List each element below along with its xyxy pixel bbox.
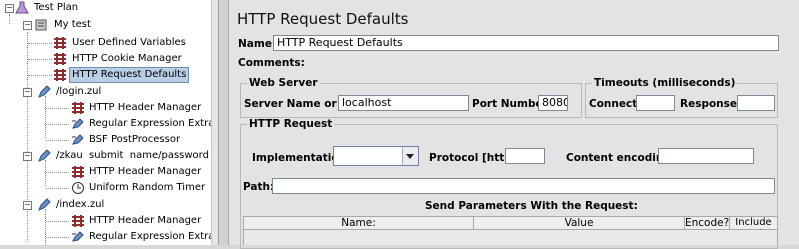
tree-connector	[46, 124, 69, 125]
web-server-group: Web Server Server Name or IP: localhost …	[240, 77, 582, 118]
tree-node-bsf-postprocessor[interactable]: BSF PostProcessor	[0, 132, 212, 148]
post-processor-icon	[72, 118, 84, 129]
timer-icon	[72, 182, 84, 194]
tree-scrollbar[interactable]	[211, 0, 218, 245]
tree-node-label: HTTP Cookie Manager	[72, 53, 182, 64]
parameters-table-body[interactable]	[243, 230, 778, 245]
tree-node-label: HTTP Header Manager	[89, 102, 202, 113]
sampler-pencil-icon	[38, 149, 51, 162]
timeouts-group: Timeouts (milliseconds) Connect: Respons…	[585, 77, 778, 118]
tree-node-regular-expression-extractor[interactable]: Regular Expression Extractor	[0, 116, 218, 132]
tree-connector	[28, 75, 52, 76]
tree-connector	[46, 237, 69, 238]
path-field[interactable]	[272, 178, 775, 194]
sampler-pencil-icon	[38, 85, 51, 98]
collapse-toggle-icon[interactable]: −	[23, 152, 32, 161]
parameters-table-header: Name: Value Encode? Include Equals?	[243, 216, 778, 240]
collapse-toggle-icon[interactable]: −	[23, 21, 32, 30]
response-label: Response:	[680, 98, 742, 110]
tree-node-label: Regular Expression Extractor	[89, 118, 218, 129]
split-pane-divider[interactable]	[219, 0, 229, 245]
tree-node-label: Test Plan	[34, 2, 79, 13]
tree-node-regular-expression-extractor[interactable]: Regular Expression Extractor	[0, 229, 218, 245]
tree-node-login-zul[interactable]: − /login.zul	[0, 84, 212, 100]
tree-node-http-request-defaults[interactable]: HTTP Request Defaults	[0, 67, 212, 83]
name-field[interactable]: HTTP Request Defaults	[273, 35, 779, 51]
comments-label: Comments:	[238, 57, 305, 69]
connect-timeout-field[interactable]	[636, 95, 675, 111]
tree-connector	[46, 221, 69, 222]
tree-connector	[46, 172, 69, 173]
tree-node-http-header-manager[interactable]: HTTP Header Manager	[0, 164, 212, 180]
config-element-icon	[54, 53, 66, 65]
tree-connector	[28, 43, 52, 44]
tree-node-index-zul[interactable]: − /index.zul	[0, 197, 212, 213]
send-parameters-heading: Send Parameters With the Request:	[425, 200, 638, 212]
tree-connector	[46, 108, 69, 109]
chevron-down-icon[interactable]	[402, 147, 418, 165]
tree-node-my-test[interactable]: − My test	[0, 17, 212, 33]
collapse-toggle-icon[interactable]: −	[5, 4, 14, 13]
tree-node-http-header-manager[interactable]: HTTP Header Manager	[0, 100, 212, 116]
tree-node-test-plan[interactable]: − Test Plan	[0, 0, 212, 16]
tree-node-label: HTTP Header Manager	[89, 215, 202, 226]
tree-node-label: /zkau submit name/password	[56, 150, 209, 161]
tree-node-label: /login.zul	[56, 86, 102, 97]
path-label: Path:	[243, 181, 275, 193]
timeouts-legend: Timeouts (milliseconds)	[592, 77, 738, 89]
tree-node-zkau-submit[interactable]: − /zkau submit name/password	[0, 148, 212, 164]
column-header-name[interactable]: Name:	[244, 217, 474, 229]
column-header-include-equals[interactable]: Include Equals?	[730, 217, 777, 240]
page-title: HTTP Request Defaults	[237, 10, 409, 28]
protocol-field[interactable]	[505, 148, 545, 164]
config-element-icon	[72, 166, 84, 178]
thread-group-icon	[35, 19, 47, 31]
tree-node-label: HTTP Request Defaults	[69, 67, 190, 83]
connect-label: Connect:	[589, 98, 642, 110]
name-label: Name:	[238, 38, 277, 50]
config-element-icon	[72, 102, 84, 114]
tree-connector	[28, 59, 52, 60]
response-timeout-field[interactable]	[737, 95, 775, 111]
flask-icon	[15, 1, 29, 14]
column-header-value[interactable]: Value	[474, 217, 685, 229]
config-panel: HTTP Request Defaults Name: HTTP Request…	[229, 0, 799, 249]
column-header-encode[interactable]: Encode?	[685, 217, 730, 229]
http-request-legend: HTTP Request	[247, 118, 335, 130]
sampler-pencil-icon	[38, 198, 51, 211]
tree-node-label: HTTP Header Manager	[89, 166, 202, 177]
tree-node-label: BSF PostProcessor	[89, 134, 181, 145]
tree-node-uniform-random-timer[interactable]: Uniform Random Timer	[0, 180, 212, 196]
port-number-field[interactable]: 8080	[538, 95, 568, 111]
config-element-icon	[54, 37, 66, 49]
config-element-icon	[54, 69, 66, 81]
test-plan-tree[interactable]: − Test Plan − My test User Defined Varia…	[0, 0, 219, 245]
config-element-icon	[72, 215, 84, 227]
tree-connector	[46, 188, 69, 189]
tree-node-label: User Defined Variables	[72, 37, 186, 48]
tree-node-http-header-manager[interactable]: HTTP Header Manager	[0, 213, 212, 229]
tree-node-user-defined-variables[interactable]: User Defined Variables	[0, 35, 212, 51]
tree-connector	[46, 140, 69, 141]
web-server-legend: Web Server	[247, 77, 320, 89]
tree-node-http-cookie-manager[interactable]: HTTP Cookie Manager	[0, 51, 212, 67]
collapse-toggle-icon[interactable]: −	[23, 201, 32, 210]
content-encoding-field[interactable]	[658, 148, 754, 164]
implementation-dropdown[interactable]	[333, 146, 419, 166]
server-name-field[interactable]: localhost	[338, 95, 469, 111]
tree-node-label: My test	[54, 19, 91, 30]
post-processor-icon	[72, 231, 84, 242]
tree-node-label: Uniform Random Timer	[89, 182, 206, 193]
tree-node-label: Regular Expression Extractor	[89, 231, 218, 242]
tree-node-label: /index.zul	[56, 199, 105, 210]
collapse-toggle-icon[interactable]: −	[23, 88, 32, 97]
post-processor-icon	[72, 134, 84, 145]
